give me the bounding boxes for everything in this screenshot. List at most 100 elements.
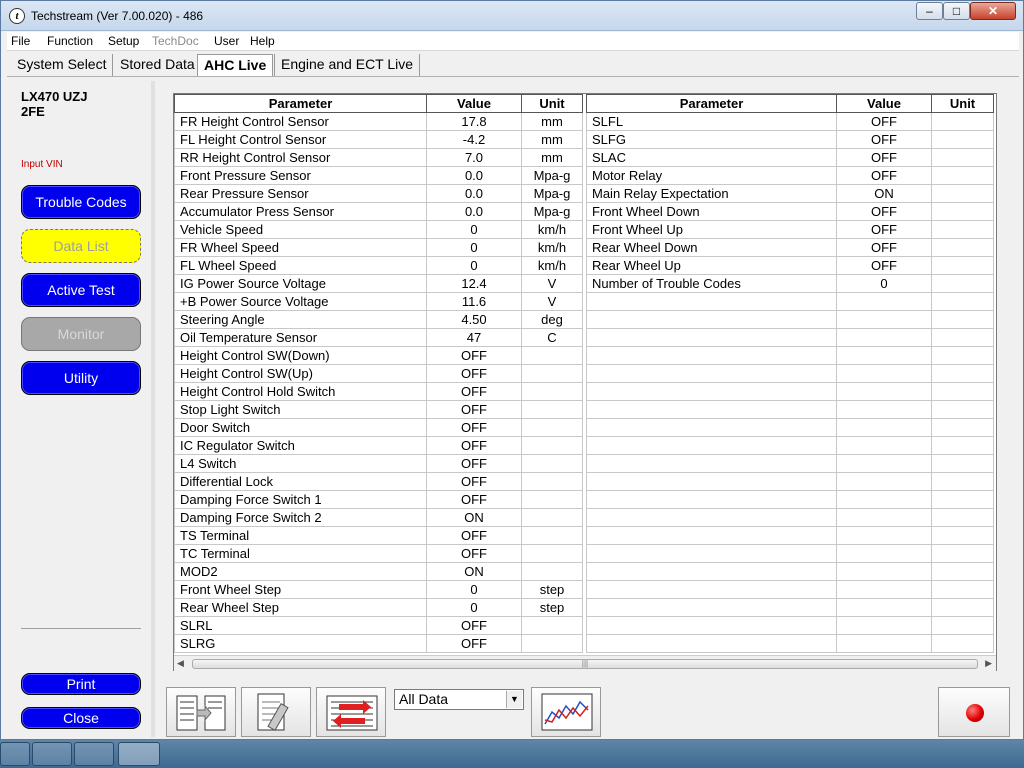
table-row[interactable]: Front Wheel Down OFF xyxy=(586,202,994,221)
table-row[interactable]: Stop Light Switch OFF xyxy=(174,400,583,419)
header-parameter[interactable]: Parameter xyxy=(174,94,427,113)
table-row-empty xyxy=(586,328,994,347)
parameter-cell: TC Terminal xyxy=(174,544,427,563)
snapshot-button[interactable] xyxy=(241,687,311,737)
table-row[interactable]: Rear Wheel Step 0 step xyxy=(174,598,583,617)
utility-button[interactable]: Utility xyxy=(21,361,141,395)
table-row[interactable]: TC Terminal OFF xyxy=(174,544,583,563)
unit-cell xyxy=(931,238,994,257)
table-row[interactable]: SLFG OFF xyxy=(586,130,994,149)
header-value[interactable]: Value xyxy=(426,94,522,113)
select-parameters-button[interactable] xyxy=(166,687,236,737)
unit-cell: Mpa-g xyxy=(521,184,583,203)
line-graph-icon xyxy=(541,693,593,731)
input-vin-link[interactable]: Input VIN xyxy=(21,159,63,170)
table-row[interactable]: RR Height Control Sensor 7.0 mm xyxy=(174,148,583,167)
table-row[interactable]: Door Switch OFF xyxy=(174,418,583,437)
taskbar-outlook-icon[interactable] xyxy=(32,742,72,766)
taskbar-media-icon[interactable] xyxy=(0,742,30,766)
scroll-left-icon[interactable]: ◀ xyxy=(177,658,184,669)
scroll-thumb[interactable]: ||| xyxy=(192,659,978,669)
chevron-down-icon[interactable]: ▼ xyxy=(506,691,522,708)
table-row-empty xyxy=(586,490,994,509)
close-window-button[interactable]: ✕ xyxy=(970,2,1016,20)
trouble-codes-button[interactable]: Trouble Codes xyxy=(21,185,141,219)
horizontal-scrollbar[interactable]: ◀ ||| ▶ xyxy=(174,655,996,671)
sort-swap-button[interactable] xyxy=(316,687,386,737)
table-row[interactable]: IG Power Source Voltage 12.4 V xyxy=(174,274,583,293)
taskbar-chrome-icon[interactable] xyxy=(74,742,114,766)
taskbar-techstream-icon[interactable] xyxy=(118,742,160,766)
header-value[interactable]: Value xyxy=(836,94,932,113)
table-row[interactable]: +B Power Source Voltage 11.6 V xyxy=(174,292,583,311)
table-row[interactable]: FR Height Control Sensor 17.8 mm xyxy=(174,112,583,131)
table-row[interactable]: L4 Switch OFF xyxy=(174,454,583,473)
table-row[interactable]: Height Control SW(Up) OFF xyxy=(174,364,583,383)
empty-cell xyxy=(836,562,932,581)
tab-bar: System Select Stored Data AHC Live Engin… xyxy=(7,51,1019,77)
table-row[interactable]: MOD2 ON xyxy=(174,562,583,581)
data-filter-select[interactable]: All Data ▼ xyxy=(394,689,524,710)
table-row[interactable]: Height Control SW(Down) OFF xyxy=(174,346,583,365)
table-row[interactable]: SLFL OFF xyxy=(586,112,994,131)
table-row[interactable]: Front Pressure Sensor 0.0 Mpa-g xyxy=(174,166,583,185)
tab-system-select[interactable]: System Select xyxy=(11,54,114,76)
record-button[interactable] xyxy=(938,687,1010,737)
scroll-right-icon[interactable]: ▶ xyxy=(985,658,992,669)
close-button[interactable]: Close xyxy=(21,707,141,729)
data-grid: Parameter Value Unit FR Height Control S… xyxy=(173,93,997,671)
menu-setup[interactable]: Setup xyxy=(108,34,139,48)
table-row[interactable]: Accumulator Press Sensor 0.0 Mpa-g xyxy=(174,202,583,221)
table-row[interactable]: FL Height Control Sensor -4.2 mm xyxy=(174,130,583,149)
table-row[interactable]: Number of Trouble Codes 0 xyxy=(586,274,994,293)
tab-ahc-live[interactable]: AHC Live xyxy=(197,54,274,76)
table-row[interactable]: Rear Wheel Down OFF xyxy=(586,238,994,257)
table-row[interactable]: Main Relay Expectation ON xyxy=(586,184,994,203)
data-list-button[interactable]: Data List xyxy=(21,229,141,263)
table-row[interactable]: TS Terminal OFF xyxy=(174,526,583,545)
header-parameter[interactable]: Parameter xyxy=(586,94,837,113)
table-row[interactable]: Damping Force Switch 2 ON xyxy=(174,508,583,527)
table-row[interactable]: FR Wheel Speed 0 km/h xyxy=(174,238,583,257)
table-row[interactable]: Front Wheel Step 0 step xyxy=(174,580,583,599)
menu-user[interactable]: User xyxy=(214,34,239,48)
graph-button[interactable] xyxy=(531,687,601,737)
table-row[interactable]: SLRG OFF xyxy=(174,634,583,653)
table-row[interactable]: SLRL OFF xyxy=(174,616,583,635)
parameter-cell: Front Wheel Step xyxy=(174,580,427,599)
table-row[interactable]: IC Regulator Switch OFF xyxy=(174,436,583,455)
header-unit[interactable]: Unit xyxy=(931,94,994,113)
table-row[interactable]: Rear Wheel Up OFF xyxy=(586,256,994,275)
table-row[interactable]: Vehicle Speed 0 km/h xyxy=(174,220,583,239)
empty-cell xyxy=(836,382,932,401)
value-cell: -4.2 xyxy=(426,130,522,149)
table-row[interactable]: FL Wheel Speed 0 km/h xyxy=(174,256,583,275)
table-row[interactable]: Differential Lock OFF xyxy=(174,472,583,491)
table-row[interactable]: Steering Angle 4.50 deg xyxy=(174,310,583,329)
empty-cell xyxy=(586,472,837,491)
table-row[interactable]: Front Wheel Up OFF xyxy=(586,220,994,239)
table-row-empty xyxy=(586,508,994,527)
menu-file[interactable]: File xyxy=(11,34,30,48)
value-cell: 0.0 xyxy=(426,166,522,185)
menu-help[interactable]: Help xyxy=(250,34,275,48)
table-row[interactable]: Height Control Hold Switch OFF xyxy=(174,382,583,401)
table-row[interactable]: SLAC OFF xyxy=(586,148,994,167)
print-button[interactable]: Print xyxy=(21,673,141,695)
table-row[interactable]: Damping Force Switch 1 OFF xyxy=(174,490,583,509)
table-row[interactable]: Oil Temperature Sensor 47 C xyxy=(174,328,583,347)
table-row[interactable]: Rear Pressure Sensor 0.0 Mpa-g xyxy=(174,184,583,203)
vehicle-info: LX470 UZJ 2FE xyxy=(21,89,141,119)
active-test-button[interactable]: Active Test xyxy=(21,273,141,307)
empty-cell xyxy=(836,526,932,545)
empty-cell xyxy=(586,292,837,311)
empty-cell xyxy=(836,490,932,509)
tab-stored-data[interactable]: Stored Data xyxy=(114,54,202,76)
table-row[interactable]: Motor Relay OFF xyxy=(586,166,994,185)
minimize-button[interactable]: – xyxy=(916,2,943,20)
header-unit[interactable]: Unit xyxy=(521,94,583,113)
menu-function[interactable]: Function xyxy=(47,34,93,48)
maximize-button[interactable]: □ xyxy=(943,2,970,20)
tab-engine-ect-live[interactable]: Engine and ECT Live xyxy=(274,54,421,76)
empty-cell xyxy=(931,472,994,491)
